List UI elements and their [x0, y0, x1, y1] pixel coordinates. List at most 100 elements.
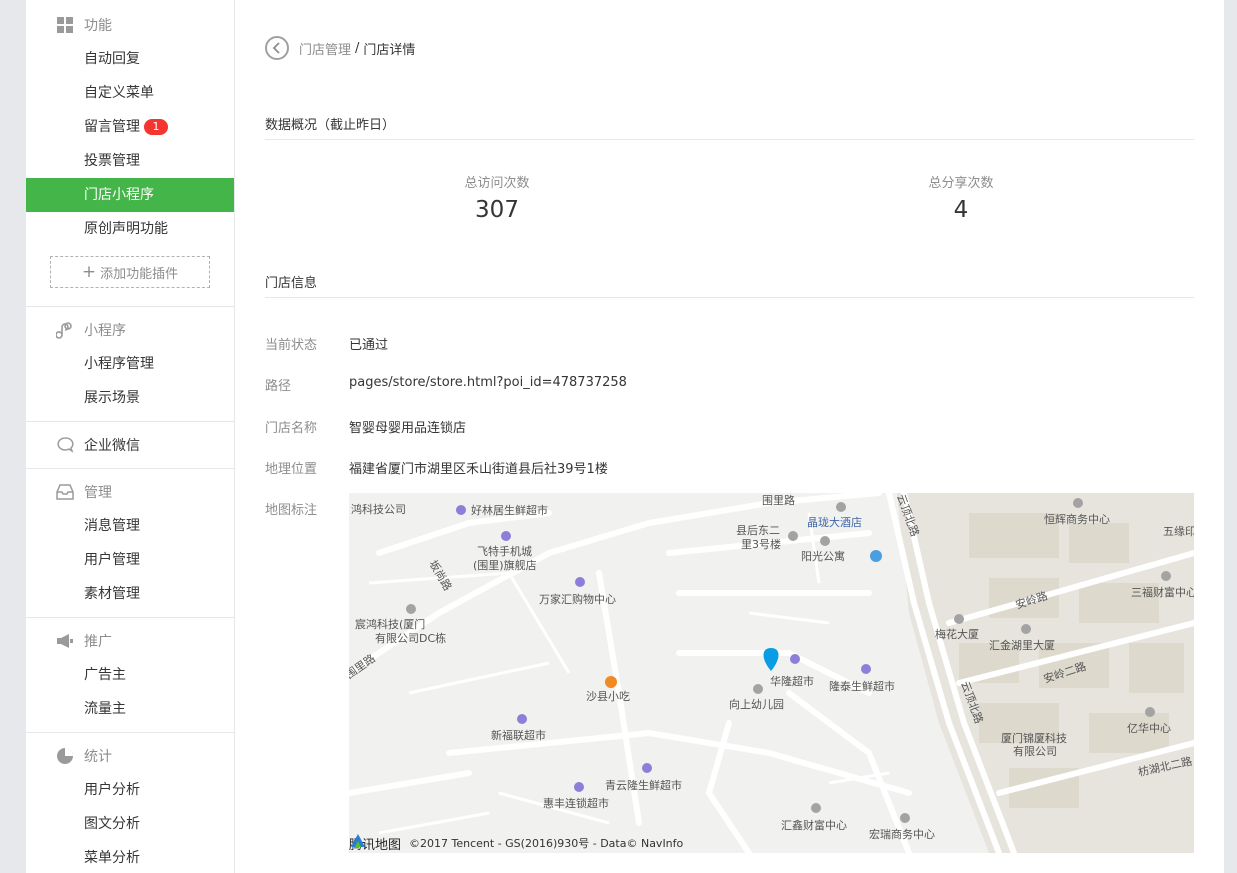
plus-icon: +: [81, 261, 97, 282]
store-info-title: 门店信息: [265, 276, 318, 291]
sidebar-item-advertisers[interactable]: 广告主: [26, 658, 234, 692]
sidebar-item-label: 消息管理: [84, 518, 140, 534]
sidebar-item-auto-reply[interactable]: 自动回复: [26, 42, 234, 76]
breadcrumb-current: 门店详情: [363, 42, 416, 58]
sidebar-item-label: 用户管理: [84, 552, 140, 568]
stat-label: 总访问次数: [464, 176, 530, 191]
svg-text:汇金湖里大厦: 汇金湖里大厦: [989, 638, 1055, 652]
sidebar-item-label: 门店小程序: [84, 187, 154, 203]
sidebar-item-label: 用户分析: [84, 782, 140, 798]
svg-text:鸿科技公司: 鸿科技公司: [351, 502, 406, 516]
map-copyright: ©2017 Tencent - GS(2016)930号 - Data© Nav…: [409, 837, 684, 850]
svg-text:隆泰生鲜超市: 隆泰生鲜超市: [829, 679, 895, 693]
svg-text:五缘印象: 五缘印象: [1163, 525, 1194, 538]
info-value: 已通过: [349, 338, 389, 353]
stat-label: 总分享次数: [928, 176, 994, 191]
sidebar-item-work-wechat[interactable]: 企业微信: [26, 432, 234, 458]
overview-title: 数据概况（截止昨日）: [265, 118, 396, 133]
inbox-icon: [56, 483, 74, 501]
info-value: pages/store/store.html?poi_id=478737258: [349, 375, 627, 390]
link-icon: [56, 321, 74, 339]
svg-text:汇鑫财富中心: 汇鑫财富中心: [781, 818, 847, 832]
section-header-miniprogram: 小程序: [26, 317, 234, 343]
divider: [265, 139, 1194, 140]
breadcrumb-parent-link[interactable]: 门店管理: [299, 39, 351, 58]
sidebar-item-label: 自定义菜单: [84, 85, 154, 101]
divider: [26, 617, 234, 618]
svg-text:三福财富中心: 三福财富中心: [1131, 585, 1194, 599]
svg-text:有限公司DC栋: 有限公司DC栋: [375, 631, 446, 645]
sidebar-item-label: 图文分析: [84, 816, 140, 832]
sidebar-item-label: 小程序管理: [84, 356, 154, 372]
svg-text:青云隆生鲜超市: 青云隆生鲜超市: [605, 778, 682, 792]
sidebar-item-label: 企业微信: [84, 438, 140, 454]
sidebar-item-materials[interactable]: 素材管理: [26, 577, 234, 611]
chat-bubble-icon: [56, 436, 74, 454]
info-value: 智婴母婴用品连锁店: [349, 421, 467, 436]
add-plugin-label: 添加功能插件: [100, 266, 179, 282]
grid-icon: [56, 16, 74, 34]
stat-value: 307: [475, 197, 519, 223]
info-label: 地理位置: [265, 462, 318, 477]
svg-text:厦门锦厦科技: 厦门锦厦科技: [1001, 731, 1067, 745]
svg-text:阳光公寓: 阳光公寓: [801, 549, 845, 563]
sidebar-item-votes[interactable]: 投票管理: [26, 144, 234, 178]
main-content: 门店管理 / 门店详情 数据概况（截止昨日） 总访问次数 307 总分享次数 4…: [235, 0, 1224, 873]
svg-text:里3号楼: 里3号楼: [741, 537, 781, 551]
svg-text:围里路: 围里路: [762, 494, 795, 507]
sidebar-item-label: 自动回复: [84, 51, 140, 67]
info-label: 地图标注: [265, 503, 318, 518]
map-footer: 腾讯地图 ©2017 Tencent - GS(2016)930号 - Data…: [349, 833, 683, 853]
section-header-management: 管理: [26, 479, 234, 505]
sidebar-item-menu-analysis[interactable]: 菜单分析: [26, 841, 234, 873]
breadcrumb: 门店管理 / 门店详情: [265, 34, 415, 62]
sidebar-item-article-analysis[interactable]: 图文分析: [26, 807, 234, 841]
svg-text:飞特手机城: 飞特手机城: [477, 544, 532, 558]
stat-value: 4: [953, 197, 969, 223]
svg-text:新福联超市: 新福联超市: [491, 728, 546, 742]
sidebar-item-original-declaration[interactable]: 原创声明功能: [26, 212, 234, 246]
info-label: 路径: [265, 379, 292, 394]
svg-text:恒辉商务中心: 恒辉商务中心: [1044, 512, 1110, 526]
chevron-left-icon: [272, 42, 280, 54]
sidebar-item-label: 展示场景: [84, 390, 140, 406]
sidebar-item-users[interactable]: 用户管理: [26, 543, 234, 577]
svg-text:沙县小吃: 沙县小吃: [586, 690, 630, 703]
svg-text:惠丰连锁超市: 惠丰连锁超市: [543, 796, 609, 810]
map-view[interactable]: 鸿科技公司 好林居生鲜超市 围里路 晶珑大酒店 云顶北路 恒辉商务中心 五缘印象…: [349, 493, 1194, 853]
megaphone-icon: [56, 632, 74, 650]
divider: [265, 297, 1194, 298]
divider: [26, 306, 234, 307]
add-plugin-button[interactable]: + 添加功能插件: [50, 256, 210, 288]
section-header-features: 功能: [26, 12, 234, 38]
tencent-map-logo: 腾讯地图: [349, 834, 401, 853]
sidebar-item-label: 留言管理: [84, 119, 140, 135]
sidebar-item-display-scenes[interactable]: 展示场景: [26, 381, 234, 415]
sidebar-item-messages[interactable]: 消息管理: [26, 509, 234, 543]
sidebar-item-label: 菜单分析: [84, 850, 140, 866]
svg-text:(围里)旗舰店: (围里)旗舰店: [473, 558, 537, 572]
svg-text:万家汇购物中心: 万家汇购物中心: [539, 592, 616, 606]
section-title: 小程序: [84, 323, 126, 339]
sidebar-item-user-analysis[interactable]: 用户分析: [26, 773, 234, 807]
sidebar-item-store-miniprogram[interactable]: 门店小程序: [26, 178, 234, 212]
sidebar-item-label: 素材管理: [84, 586, 140, 602]
section-title: 统计: [84, 749, 112, 765]
breadcrumb-separator: /: [355, 40, 360, 56]
stat-total-visits: 总访问次数 307: [397, 172, 597, 223]
divider: [26, 468, 234, 469]
section-header-promotion: 推广: [26, 628, 234, 654]
svg-text:亿华中心: 亿华中心: [1127, 721, 1171, 735]
back-button[interactable]: [265, 36, 289, 60]
sidebar-item-publishers[interactable]: 流量主: [26, 692, 234, 726]
sidebar-item-miniprogram-management[interactable]: 小程序管理: [26, 347, 234, 381]
svg-text:华隆超市: 华隆超市: [770, 674, 814, 688]
sidebar-item-comments[interactable]: 留言管理 1: [26, 110, 234, 144]
sidebar-item-label: 流量主: [84, 701, 126, 717]
sidebar-item-custom-menu[interactable]: 自定义菜单: [26, 76, 234, 110]
pie-chart-icon: [56, 747, 74, 765]
svg-text:向上幼儿园: 向上幼儿园: [729, 697, 784, 711]
info-label: 当前状态: [265, 338, 318, 353]
map-canvas: 鸿科技公司 好林居生鲜超市 围里路 晶珑大酒店 云顶北路 恒辉商务中心 五缘印象…: [349, 493, 1194, 853]
stat-total-shares: 总分享次数 4: [861, 172, 1061, 223]
